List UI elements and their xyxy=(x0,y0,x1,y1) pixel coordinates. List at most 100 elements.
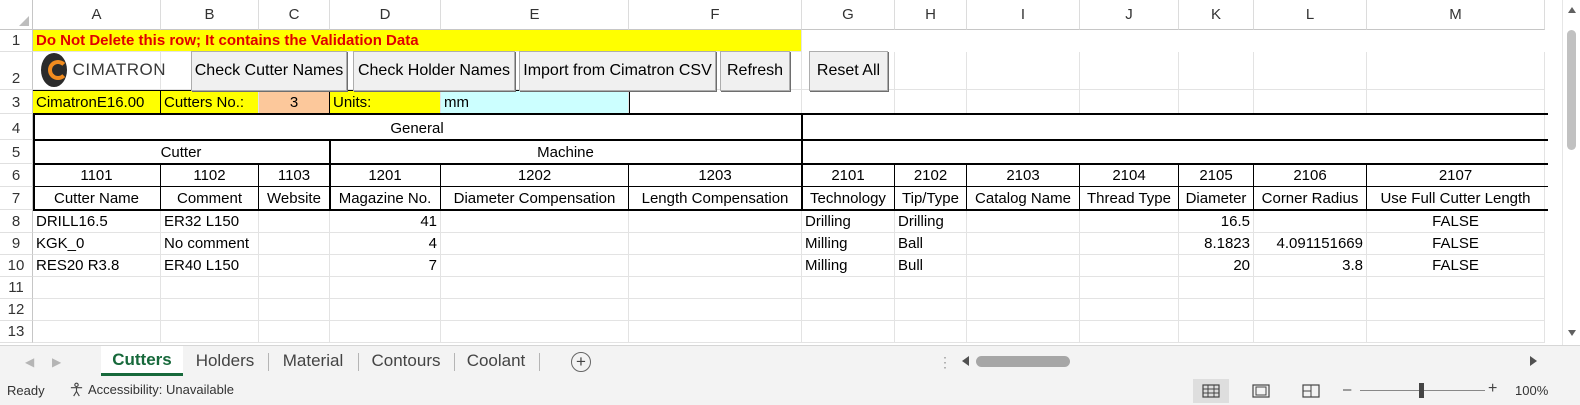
data-cell-c8[interactable] xyxy=(259,210,330,233)
check-cutter-names-button[interactable]: Check Cutter Names xyxy=(191,51,347,91)
column-header-i[interactable]: I xyxy=(967,0,1080,30)
row-header-9[interactable]: 9 xyxy=(0,233,33,255)
row-header-7[interactable]: 7 xyxy=(0,187,33,210)
data-cell-e10[interactable] xyxy=(441,255,629,277)
data-cell-f9[interactable] xyxy=(629,233,802,255)
column-header-k[interactable]: K xyxy=(1179,0,1254,30)
tab-holders[interactable]: Holders xyxy=(185,346,265,376)
row-header-4[interactable]: 4 xyxy=(0,114,33,140)
header-cell-i[interactable]: Catalog Name xyxy=(967,187,1080,210)
cell-f3[interactable] xyxy=(629,90,802,114)
tab-coolant[interactable]: Coolant xyxy=(457,346,535,376)
row-header-13[interactable]: 13 xyxy=(0,321,33,343)
column-header-d[interactable]: D xyxy=(330,0,441,30)
data-cell-g9[interactable]: Milling xyxy=(802,233,895,255)
header-cell-k[interactable]: Diameter xyxy=(1179,187,1254,210)
data-cell-k10[interactable]: 20 xyxy=(1179,255,1254,277)
header-cell-h[interactable]: Tip/Type xyxy=(895,187,967,210)
group-empty-header[interactable] xyxy=(802,114,1545,140)
scroll-left-icon[interactable] xyxy=(962,356,969,366)
cell-g13[interactable] xyxy=(802,321,895,343)
row-header-6[interactable]: 6 xyxy=(0,164,33,187)
normal-view-button[interactable] xyxy=(1193,379,1229,403)
tab-contours[interactable]: Contours xyxy=(361,346,451,376)
code-cell-j[interactable]: 2104 xyxy=(1080,164,1179,187)
row-header-11[interactable]: 11 xyxy=(0,277,33,299)
data-cell-c9[interactable] xyxy=(259,233,330,255)
column-header-g[interactable]: G xyxy=(802,0,895,30)
accessibility-status[interactable]: Accessibility: Unavailable xyxy=(69,382,234,397)
data-cell-j8[interactable] xyxy=(1080,210,1179,233)
data-cell-f8[interactable] xyxy=(629,210,802,233)
data-cell-f10[interactable] xyxy=(629,255,802,277)
data-cell-e9[interactable] xyxy=(441,233,629,255)
add-sheet-icon[interactable]: + xyxy=(571,352,591,372)
data-cell-l10[interactable]: 3.8 xyxy=(1254,255,1367,277)
cell-l2[interactable] xyxy=(1254,52,1367,90)
units-value-cell[interactable]: mm xyxy=(441,90,629,114)
data-cell-a10[interactable]: RES20 R3.8 xyxy=(33,255,161,277)
header-cell-l[interactable]: Corner Radius xyxy=(1254,187,1367,210)
cell-f11[interactable] xyxy=(629,277,802,299)
header-cell-f[interactable]: Length Compensation xyxy=(629,187,802,210)
cell-j13[interactable] xyxy=(1080,321,1179,343)
data-cell-d10[interactable]: 7 xyxy=(330,255,441,277)
data-cell-k8[interactable]: 16.5 xyxy=(1179,210,1254,233)
tab-scroll-left-icon[interactable]: ◀ xyxy=(25,355,34,369)
vertical-scrollbar[interactable] xyxy=(1562,0,1580,345)
cell-g12[interactable] xyxy=(802,299,895,321)
page-break-view-button[interactable] xyxy=(1293,379,1329,403)
cell-j3[interactable] xyxy=(1080,90,1179,114)
code-cell-g[interactable]: 2101 xyxy=(802,164,895,187)
cell-l13[interactable] xyxy=(1254,321,1367,343)
cell-m3[interactable] xyxy=(1367,90,1545,114)
scroll-down-icon[interactable] xyxy=(1568,330,1576,336)
row-header-12[interactable]: 12 xyxy=(0,299,33,321)
cell-f13[interactable] xyxy=(629,321,802,343)
header-cell-e[interactable]: Diameter Compensation xyxy=(441,187,629,210)
cell-k11[interactable] xyxy=(1179,277,1254,299)
row-header-10[interactable]: 10 xyxy=(0,255,33,277)
cutters-count-label[interactable]: Cutters No.: xyxy=(161,90,259,114)
header-cell-m[interactable]: Use Full Cutter Length xyxy=(1367,187,1545,210)
import-csv-button[interactable]: Import from Cimatron CSV xyxy=(519,51,716,91)
tab-material[interactable]: Material xyxy=(271,346,355,376)
column-header-m[interactable]: M xyxy=(1367,0,1545,30)
data-cell-a9[interactable]: KGK_0 xyxy=(33,233,161,255)
cell-l3[interactable] xyxy=(1254,90,1367,114)
cimatron-version-cell[interactable]: CimatronE16.00 xyxy=(33,90,161,114)
cell-f12[interactable] xyxy=(629,299,802,321)
cell-c13[interactable] xyxy=(259,321,330,343)
column-header-a[interactable]: A xyxy=(33,0,161,30)
cell-m11[interactable] xyxy=(1367,277,1545,299)
cell-b13[interactable] xyxy=(161,321,259,343)
cell-i13[interactable] xyxy=(967,321,1080,343)
horizontal-scroll-thumb[interactable] xyxy=(976,356,1070,367)
zoom-in-button[interactable]: + xyxy=(1488,380,1497,398)
check-holder-names-button[interactable]: Check Holder Names xyxy=(353,51,515,91)
cutters-count-value[interactable]: 3 xyxy=(259,90,330,114)
row-header-8[interactable]: 8 xyxy=(0,210,33,233)
data-cell-a8[interactable]: DRILL16.5 xyxy=(33,210,161,233)
group-machine-header[interactable]: Machine xyxy=(330,140,802,164)
header-cell-j[interactable]: Thread Type xyxy=(1080,187,1179,210)
zoom-level[interactable]: 100% xyxy=(1515,383,1548,398)
data-cell-i9[interactable] xyxy=(967,233,1080,255)
cell-j2[interactable] xyxy=(1080,52,1179,90)
select-all-corner[interactable] xyxy=(0,0,33,30)
code-cell-a[interactable]: 1101 xyxy=(33,164,161,187)
data-cell-b10[interactable]: ER40 L150 xyxy=(161,255,259,277)
column-header-l[interactable]: L xyxy=(1254,0,1367,30)
cell-d13[interactable] xyxy=(330,321,441,343)
zoom-slider-thumb[interactable] xyxy=(1419,383,1424,398)
cell-m13[interactable] xyxy=(1367,321,1545,343)
cell-j12[interactable] xyxy=(1080,299,1179,321)
code-cell-m[interactable]: 2107 xyxy=(1367,164,1545,187)
cell-b12[interactable] xyxy=(161,299,259,321)
data-cell-m10[interactable]: FALSE xyxy=(1367,255,1545,277)
cell-h12[interactable] xyxy=(895,299,967,321)
data-cell-i8[interactable] xyxy=(967,210,1080,233)
vertical-scroll-thumb[interactable] xyxy=(1567,30,1576,150)
data-cell-h10[interactable]: Bull xyxy=(895,255,967,277)
cell-m12[interactable] xyxy=(1367,299,1545,321)
